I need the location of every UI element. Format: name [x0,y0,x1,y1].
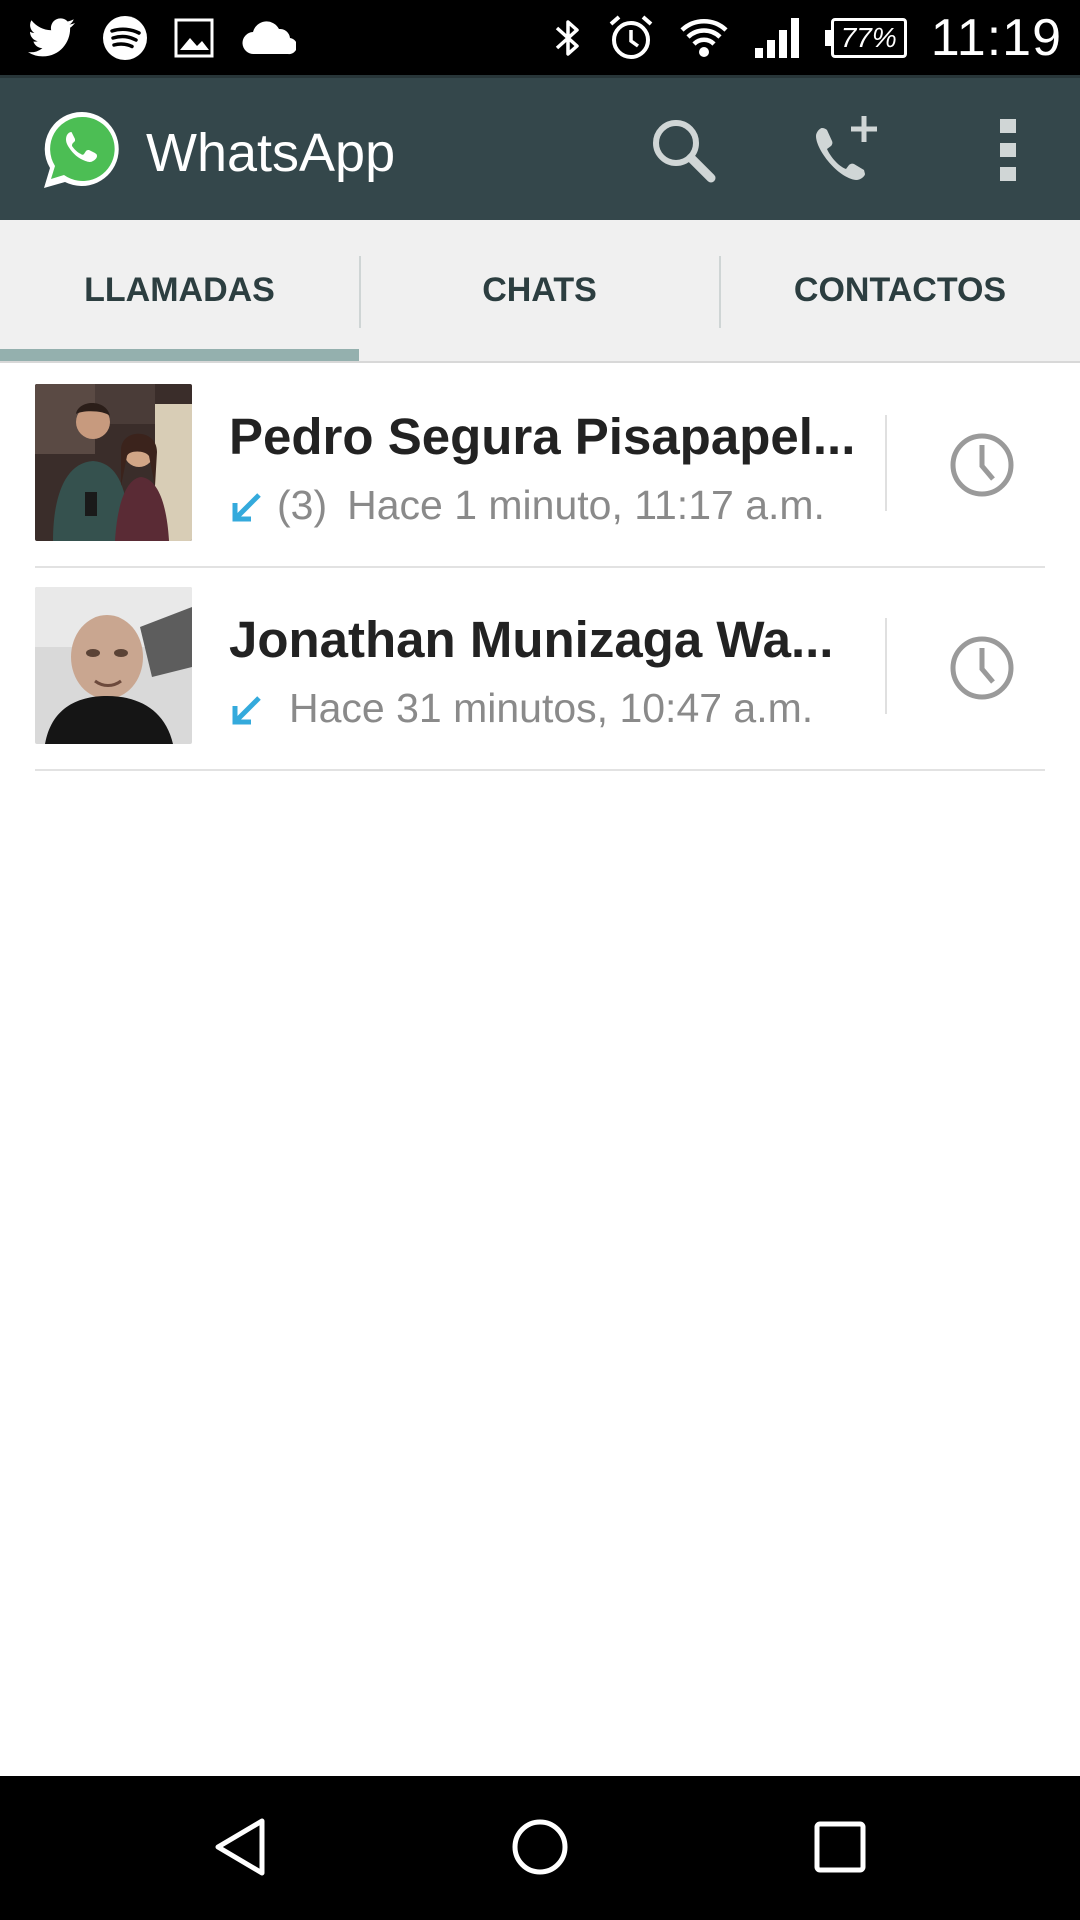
overflow-menu-button[interactable] [968,112,1048,192]
whatsapp-logo-icon[interactable] [40,108,124,192]
call-info-button[interactable] [940,628,1024,712]
home-icon [510,1817,570,1882]
call-info-button[interactable] [940,425,1024,509]
search-icon [648,115,718,190]
signal-icon [753,16,801,60]
app-title: WhatsApp [146,123,396,183]
call-time: Hace 31 minutos, 10:47 a.m. [289,684,814,731]
wifi-icon [679,16,729,60]
cloud-icon [240,20,296,56]
twitter-icon [28,18,76,58]
clock: 11:19 [930,9,1062,67]
call-row[interactable]: Pedro Segura Pisapapel... (3) Hace 1 min… [0,365,1080,568]
home-button[interactable] [490,1804,590,1894]
incoming-call-arrow-icon [229,691,263,725]
tab-chats[interactable]: CHATS [360,220,719,361]
call-list: Pedro Segura Pisapapel... (3) Hace 1 min… [0,365,1080,771]
new-call-button[interactable] [808,112,888,192]
search-button[interactable] [643,112,723,192]
system-icons: 77% 11:19 [553,6,1062,70]
incoming-call-arrow-icon [229,488,263,522]
contact-name: Pedro Segura Pisapapel... [229,408,856,465]
back-icon [212,1816,268,1883]
selected-tab-indicator [0,349,359,361]
back-button[interactable] [190,1804,290,1894]
row-divider [885,618,887,714]
battery-nub [824,30,831,46]
list-divider [35,769,1045,771]
avatar[interactable] [35,384,192,541]
spotify-icon [102,15,148,61]
clock-icon [948,431,1016,504]
recents-icon [813,1820,867,1879]
battery-level: 77% [830,18,907,58]
row-divider [885,415,887,511]
tab-bar: LLAMADAS CHATS CONTACTOS [0,220,1080,363]
call-count: (3) [277,481,328,528]
new-call-icon [808,112,888,193]
contact-name: Jonathan Munizaga Wa... [229,611,834,668]
call-details: (3) Hace 1 minuto, 11:17 a.m. [229,479,825,531]
tab-llamadas[interactable]: LLAMADAS [0,220,359,361]
navigation-bar [0,1776,1080,1920]
call-time: Hace 1 minuto, 11:17 a.m. [347,481,825,528]
bluetooth-icon [553,14,583,62]
avatar[interactable] [35,587,192,744]
battery-indicator: 77% [824,18,907,58]
status-bar: 77% 11:19 [0,0,1080,75]
recents-button[interactable] [790,1804,890,1894]
call-details: Hace 31 minutos, 10:47 a.m. [229,682,813,734]
gallery-icon [174,18,214,58]
overflow-menu-icon [996,115,1020,190]
tab-contactos[interactable]: CONTACTOS [720,220,1080,361]
call-row[interactable]: Jonathan Munizaga Wa... Hace 31 minutos,… [0,568,1080,771]
clock-icon [948,634,1016,707]
app-bar: WhatsApp [0,75,1080,220]
notification-icons [28,10,296,66]
alarm-icon [607,14,655,62]
